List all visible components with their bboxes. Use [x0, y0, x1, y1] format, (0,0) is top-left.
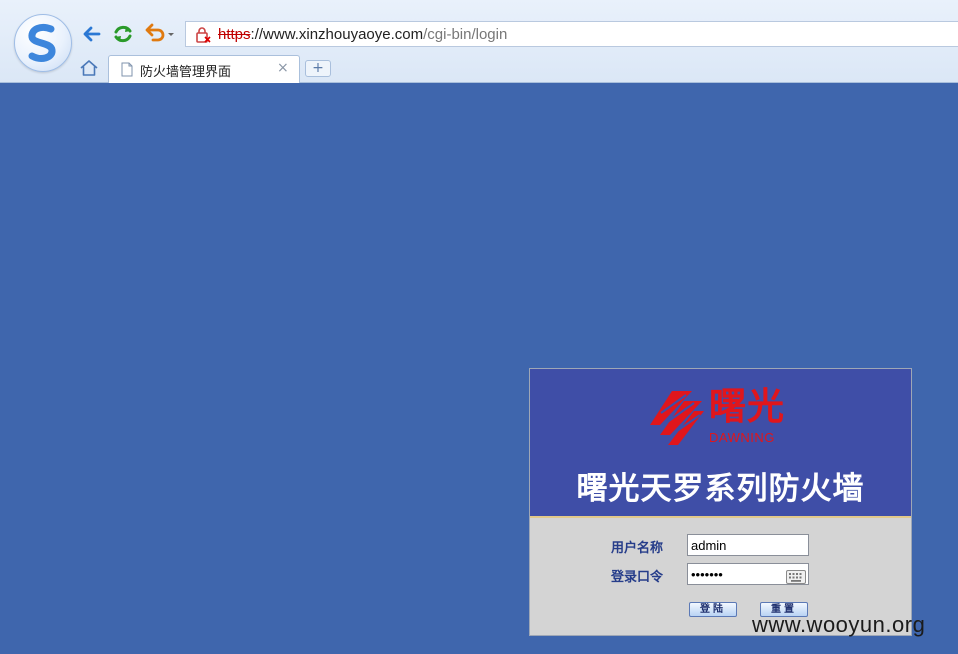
page-icon — [121, 62, 133, 81]
login-header: 曙光 DAWNING 曙光天罗系列防火墙 — [530, 369, 911, 518]
browser-tab[interactable]: 防火墙管理界面 × — [108, 55, 300, 83]
refresh-icon[interactable] — [111, 22, 135, 46]
url-scheme: https — [218, 26, 251, 43]
dawning-logo-icon — [648, 389, 704, 451]
undo-dropdown-icon[interactable] — [143, 22, 177, 46]
browser-chrome: https://www.xinzhouyaoye.com/cgi-bin/log… — [0, 0, 958, 83]
tab-title: 防火墙管理界面 — [140, 65, 232, 80]
browser-logo-icon[interactable] — [14, 14, 72, 72]
close-icon[interactable]: × — [277, 60, 289, 76]
login-panel: 曙光 DAWNING 曙光天罗系列防火墙 用户名称 登录口令 登陆 重置 — [529, 368, 912, 636]
watermark-text: www.wooyun.org — [752, 612, 926, 637]
new-tab-button[interactable]: + — [305, 60, 331, 77]
brand-name-cn: 曙光 — [709, 385, 785, 428]
url-path: /cgi-bin/login — [423, 26, 508, 43]
insecure-lock-icon[interactable] — [194, 26, 212, 48]
username-input[interactable] — [687, 534, 809, 556]
brand-name-en: DAWNING — [709, 430, 775, 445]
url-host: ://www.xinzhouyaoye.com — [250, 26, 424, 43]
username-label: 用户名称 — [611, 541, 664, 556]
address-bar[interactable]: https://www.xinzhouyaoye.com/cgi-bin/log… — [185, 21, 958, 47]
url-text[interactable]: https://www.xinzhouyaoye.com/cgi-bin/log… — [218, 26, 507, 43]
password-label: 登录口令 — [611, 570, 664, 585]
product-title: 曙光天罗系列防火墙 — [576, 471, 865, 507]
home-icon[interactable] — [79, 59, 99, 81]
keyboard-icon[interactable] — [786, 569, 806, 588]
login-button[interactable]: 登陆 — [689, 602, 737, 617]
back-arrow-icon[interactable] — [80, 22, 104, 46]
